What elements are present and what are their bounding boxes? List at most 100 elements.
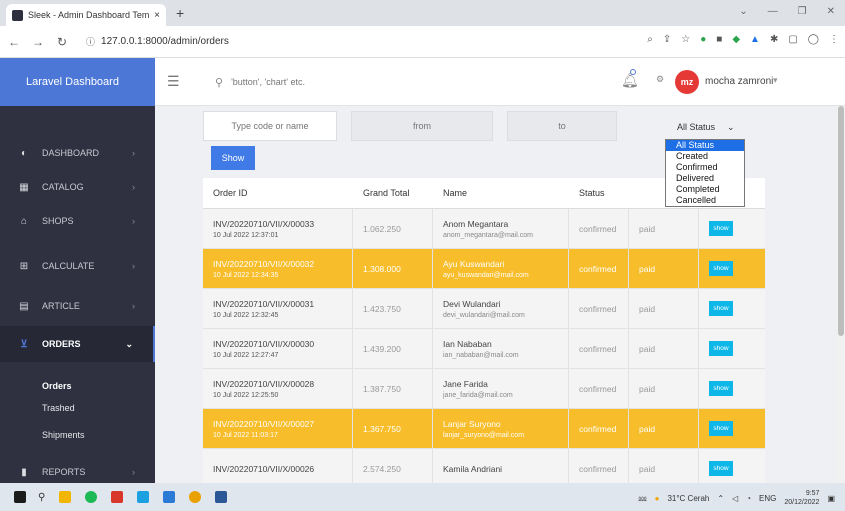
status-option-created[interactable]: Created bbox=[666, 151, 744, 162]
order-id: INV/20220710/VII/X/00033 bbox=[213, 218, 315, 229]
palette-icon: ◐ bbox=[20, 147, 28, 159]
minimize-icon[interactable]: — bbox=[768, 6, 778, 17]
bell-icon[interactable]: 🔔︎ bbox=[621, 72, 639, 89]
table-row: INV/20220710/VII/X/00030 10 Jul 2022 12:2… bbox=[203, 329, 765, 369]
show-order-button[interactable]: show bbox=[709, 421, 733, 436]
windows-start-icon[interactable] bbox=[14, 491, 26, 503]
sidebar-item-shops[interactable]: ⌂ SHOPS › bbox=[0, 209, 155, 233]
clock[interactable]: 9:57 20/12/2022 bbox=[784, 489, 819, 507]
status-option-cancelled[interactable]: Cancelled bbox=[666, 195, 744, 206]
forward-arrow-icon[interactable]: → bbox=[28, 35, 48, 49]
zoom-icon[interactable]: ⌕ bbox=[647, 34, 653, 45]
date-to-input[interactable] bbox=[507, 111, 617, 141]
restore-icon[interactable]: ❐ bbox=[798, 6, 807, 17]
chrome-icon[interactable] bbox=[189, 491, 202, 503]
date-from-input[interactable] bbox=[351, 111, 493, 141]
search-input[interactable] bbox=[231, 77, 432, 87]
kebab-menu-icon[interactable]: ⋮ bbox=[829, 34, 839, 45]
chevron-down-icon[interactable]: ▾ bbox=[773, 75, 778, 86]
sidebar-item-catalog[interactable]: ▦ CATALOG › bbox=[0, 175, 155, 199]
customer-name: Kamila Andriani bbox=[443, 463, 503, 474]
newspaper-icon: ▤ bbox=[19, 300, 29, 312]
home-icon: ⌂ bbox=[20, 215, 28, 227]
status-option-all[interactable]: All Status bbox=[666, 140, 744, 151]
chevron-right-icon: › bbox=[132, 261, 135, 271]
puzzle-icon[interactable]: ✱ bbox=[770, 34, 778, 45]
spotify-icon[interactable] bbox=[85, 491, 98, 503]
reload-icon[interactable]: ↻ bbox=[52, 35, 72, 49]
customer-email: jane_farida@mail.com bbox=[443, 391, 513, 399]
show-order-button[interactable]: show bbox=[709, 301, 733, 316]
show-order-button[interactable]: show bbox=[709, 261, 733, 276]
table-row: INV/20220710/VII/X/00027 10 Jul 2022 11:0… bbox=[203, 409, 765, 449]
speaker-icon[interactable]: ◁ bbox=[732, 494, 738, 503]
browser-tab[interactable]: Sleek - Admin Dashboard Templ × bbox=[6, 4, 166, 26]
skype-icon[interactable] bbox=[137, 491, 150, 503]
close-window-icon[interactable]: ✕ bbox=[827, 6, 835, 17]
avatar[interactable]: mz bbox=[675, 70, 699, 94]
sidepanel-icon[interactable]: ▢ bbox=[788, 34, 797, 45]
back-arrow-icon[interactable]: ← bbox=[4, 35, 24, 49]
new-tab-button[interactable]: + bbox=[176, 5, 184, 21]
file-explorer-icon[interactable] bbox=[59, 491, 72, 503]
chevron-down-icon: ⌄ bbox=[727, 121, 735, 132]
profile-icon[interactable]: ◯ bbox=[808, 34, 819, 45]
user-name[interactable]: mocha zamroni bbox=[705, 76, 773, 87]
extension-icon[interactable]: ◆ bbox=[732, 34, 740, 45]
word-icon[interactable] bbox=[215, 491, 228, 503]
share-icon[interactable]: ⇪ bbox=[663, 34, 671, 45]
show-button[interactable]: Show bbox=[211, 146, 255, 170]
sidebar-subitem-orders[interactable]: Orders bbox=[42, 381, 72, 391]
status-option-confirmed[interactable]: Confirmed bbox=[666, 162, 744, 173]
search-icon[interactable]: ⚲ bbox=[38, 492, 45, 503]
weather-icon[interactable]: ● bbox=[655, 494, 660, 503]
sidebar-item-calculate[interactable]: ⊞ CALCULATE › bbox=[0, 254, 155, 278]
grand-total: 1.062.250 bbox=[363, 223, 401, 234]
gear-icon[interactable]: ⚙ bbox=[656, 74, 664, 85]
order-status: confirmed bbox=[579, 263, 617, 274]
sidebar-item-dashboard[interactable]: ◐ DASHBOARD › bbox=[0, 141, 155, 165]
show-order-button[interactable]: show bbox=[709, 221, 733, 236]
extension-icon[interactable]: ▲ bbox=[750, 34, 760, 45]
table-row: INV/20220710/VII/X/00031 10 Jul 2022 12:3… bbox=[203, 289, 765, 329]
extension-icon[interactable]: ● bbox=[700, 34, 706, 45]
status-option-completed[interactable]: Completed bbox=[666, 184, 744, 195]
show-order-button[interactable]: show bbox=[709, 381, 733, 396]
sidebar-subitem-trashed[interactable]: Trashed bbox=[42, 403, 75, 413]
chevron-up-icon[interactable]: ⌃ bbox=[717, 494, 724, 503]
order-status: confirmed bbox=[579, 303, 617, 314]
sidebar-item-reports[interactable]: ▮ REPORTS › bbox=[0, 460, 155, 484]
customer-email: lanjar_suryono@mail.com bbox=[443, 431, 525, 439]
scrollbar-thumb[interactable] bbox=[838, 106, 844, 336]
extension-icon[interactable]: ■ bbox=[716, 34, 722, 45]
vscode-icon[interactable] bbox=[163, 491, 176, 503]
payment-status: paid bbox=[639, 303, 656, 314]
sidebar-item-label: CALCULATE bbox=[42, 261, 95, 271]
sidebar-item-label: SHOPS bbox=[42, 216, 74, 226]
brand-logo[interactable]: Laravel Dashboard bbox=[0, 58, 155, 106]
order-date: 10 Jul 2022 12:34:35 bbox=[213, 271, 279, 279]
status-option-delivered[interactable]: Delivered bbox=[666, 173, 744, 184]
language-indicator[interactable]: ENG bbox=[759, 494, 776, 503]
code-or-name-input[interactable] bbox=[203, 111, 337, 141]
star-icon[interactable]: ☆ bbox=[681, 34, 690, 45]
hamburger-menu-icon[interactable]: ☰ bbox=[167, 73, 180, 90]
weather-text[interactable]: 31°C Cerah bbox=[667, 494, 709, 503]
chevron-down-icon[interactable]: ⌄ bbox=[739, 6, 747, 17]
sidebar-item-orders[interactable]: ⊻ ORDERS ⌄ bbox=[0, 326, 155, 362]
tab-close-icon[interactable]: × bbox=[154, 10, 160, 21]
sidebar-subitem-shipments[interactable]: Shipments bbox=[42, 430, 85, 440]
show-order-button[interactable]: show bbox=[709, 341, 733, 356]
show-order-button[interactable]: show bbox=[709, 461, 733, 476]
customer-name: Lanjar Suryono bbox=[443, 418, 501, 429]
notification-icon[interactable]: ▣ bbox=[827, 494, 835, 503]
wifi-icon[interactable]: ◔ bbox=[746, 494, 751, 503]
sidebar-item-article[interactable]: ▤ ARTICLE › bbox=[0, 294, 155, 318]
info-icon[interactable]: ⓘ bbox=[86, 35, 95, 48]
page-scrollbar[interactable] bbox=[837, 106, 845, 483]
people-icon[interactable]: ⅏ bbox=[638, 493, 646, 504]
app-icon[interactable] bbox=[111, 491, 124, 503]
table-row: INV/20220710/VII/X/00032 10 Jul 2022 12:3… bbox=[203, 249, 765, 289]
order-status: confirmed bbox=[579, 463, 617, 474]
status-select[interactable]: All Status ⌄ bbox=[665, 117, 745, 137]
